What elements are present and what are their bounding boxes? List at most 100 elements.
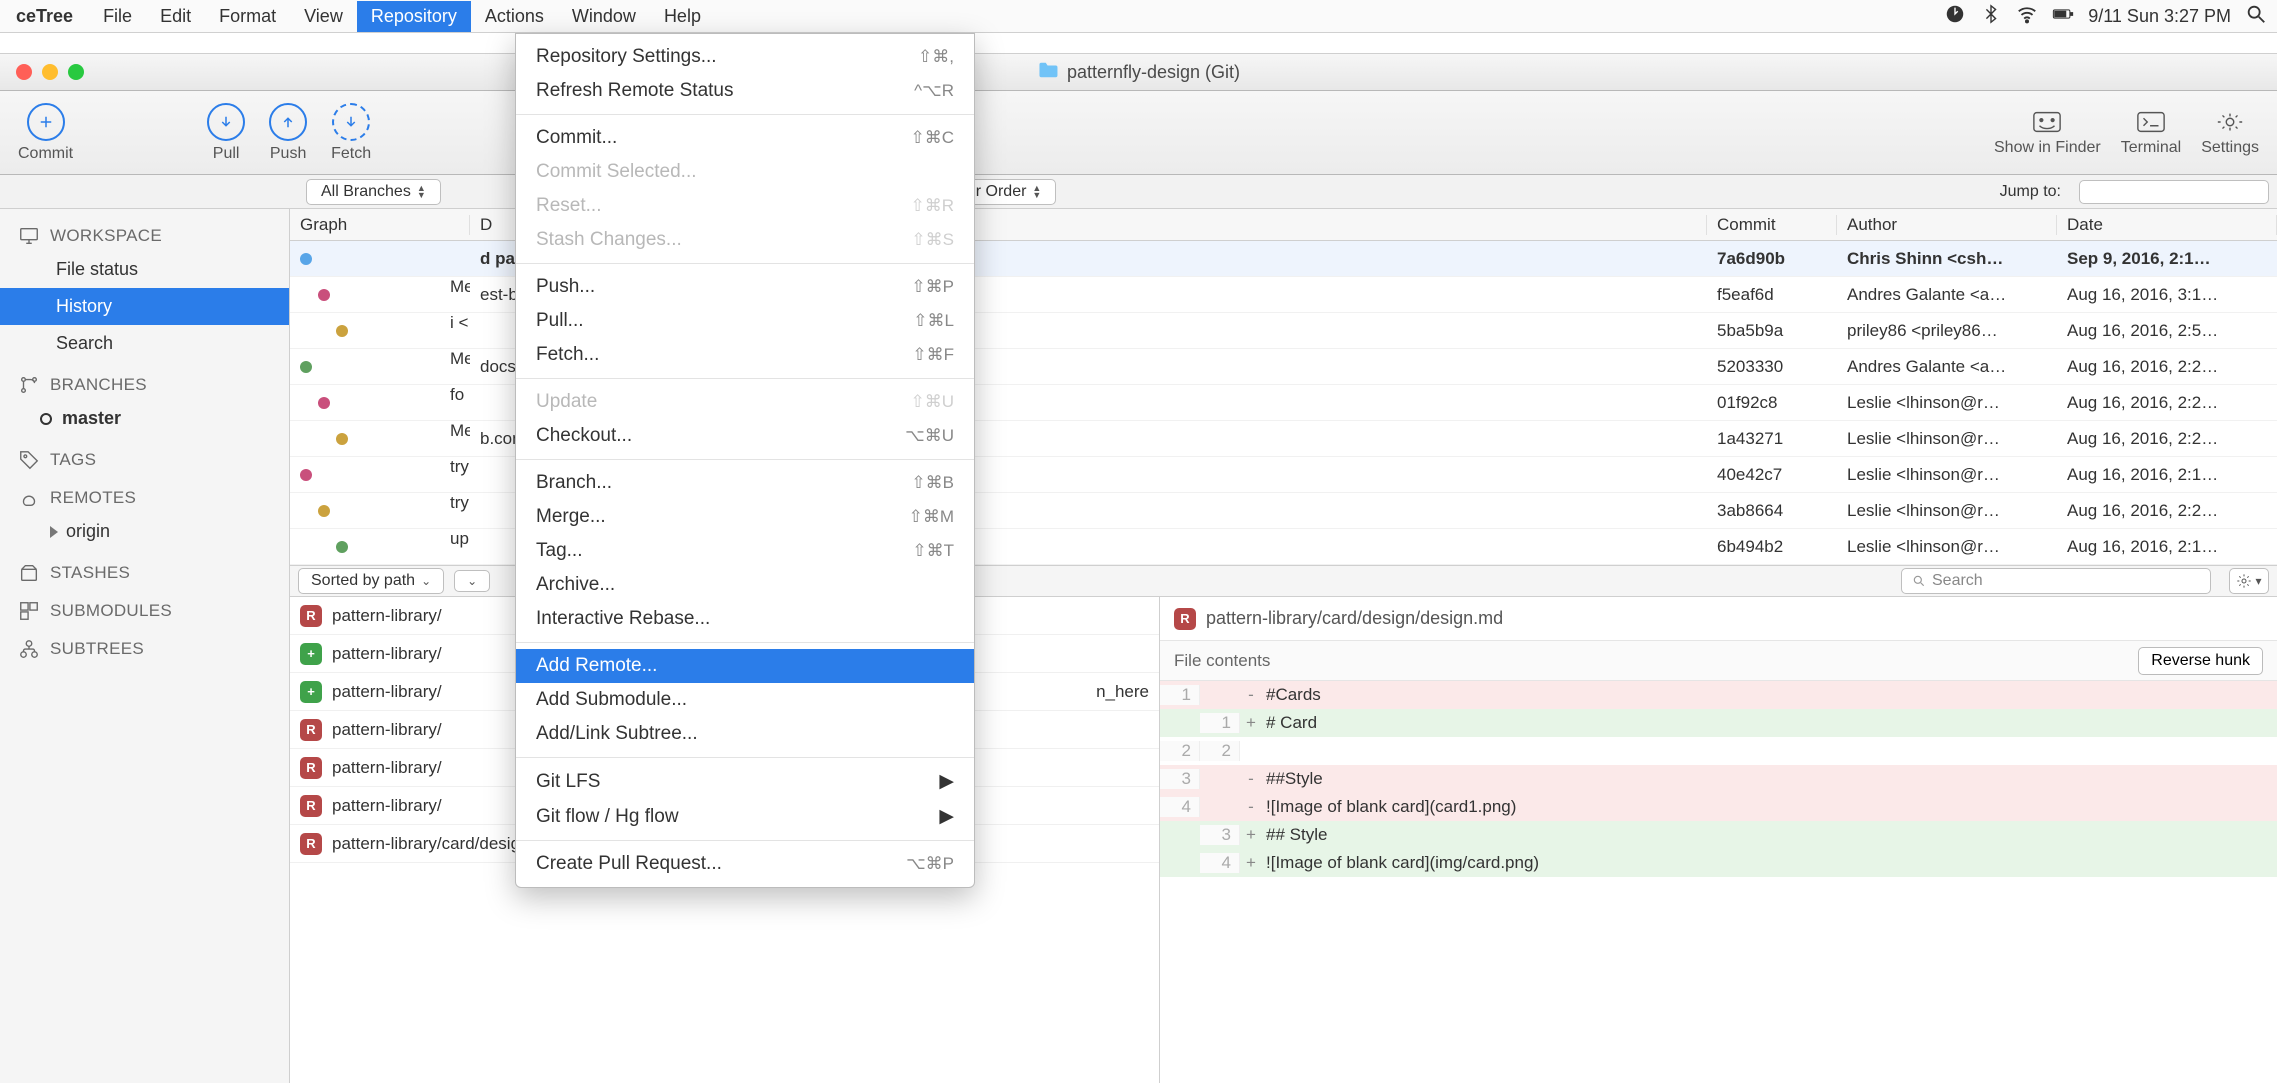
menu-item-branch[interactable]: Branch...⇧⌘B bbox=[516, 466, 974, 500]
menu-item-push[interactable]: Push...⇧⌘P bbox=[516, 270, 974, 304]
section-branches[interactable]: BRANCHES bbox=[0, 362, 289, 400]
diff-panel: R pattern-library/card/design/design.md … bbox=[1160, 597, 2277, 1083]
wifi-icon[interactable] bbox=[2016, 3, 2038, 30]
disclosure-triangle-icon bbox=[50, 526, 58, 538]
branch-filter[interactable]: All Branches ▲▼ bbox=[306, 179, 441, 205]
folder-icon bbox=[1037, 61, 1059, 84]
diff-line[interactable]: 4+![Image of blank card](img/card.png) bbox=[1160, 849, 2277, 877]
menu-item-reset: Reset...⇧⌘R bbox=[516, 189, 974, 223]
file-badge-renamed-icon: R bbox=[300, 795, 322, 817]
file-badge-renamed-icon: R bbox=[300, 719, 322, 741]
menu-repository[interactable]: Repository bbox=[357, 1, 471, 32]
menu-item-refresh-remote-status[interactable]: Refresh Remote Status^⌥R bbox=[516, 74, 974, 108]
menubar-clock[interactable]: 9/11 Sun 3:27 PM bbox=[2088, 6, 2231, 27]
section-subtrees[interactable]: SUBTREES bbox=[0, 626, 289, 664]
menu-item-stash-changes: Stash Changes...⇧⌘S bbox=[516, 223, 974, 257]
menu-item-commit[interactable]: Commit...⇧⌘C bbox=[516, 121, 974, 155]
fetch-tool[interactable]: Fetch bbox=[331, 103, 371, 163]
sort-by-path[interactable]: Sorted by path ⌄ bbox=[298, 568, 444, 594]
settings-tool[interactable]: Settings bbox=[2201, 109, 2259, 157]
search-icon bbox=[1912, 574, 1926, 588]
menu-help[interactable]: Help bbox=[650, 1, 715, 32]
commit-tool[interactable]: Commit bbox=[18, 103, 73, 163]
minimize-button[interactable] bbox=[42, 64, 58, 80]
menu-item-pull[interactable]: Pull...⇧⌘L bbox=[516, 304, 974, 338]
fetch-label: Fetch bbox=[331, 145, 371, 163]
menu-item-add-remote[interactable]: Add Remote... bbox=[516, 649, 974, 683]
section-stashes[interactable]: STASHES bbox=[0, 550, 289, 588]
bluetooth-icon[interactable] bbox=[1980, 3, 2002, 30]
col-date[interactable]: Date bbox=[2057, 215, 2277, 235]
file-filter-2[interactable]: ⌄ bbox=[454, 570, 490, 592]
sidebar-item-history[interactable]: History bbox=[0, 288, 289, 325]
app-name: ceTree bbox=[0, 6, 89, 27]
menu-edit[interactable]: Edit bbox=[146, 1, 205, 32]
menu-file[interactable]: File bbox=[89, 1, 146, 32]
push-tool[interactable]: Push bbox=[269, 103, 307, 163]
col-author[interactable]: Author bbox=[1837, 215, 2057, 235]
menu-item-repository-settings[interactable]: Repository Settings...⇧⌘, bbox=[516, 40, 974, 74]
spotlight-icon[interactable] bbox=[2245, 3, 2267, 30]
terminal-tool[interactable]: Terminal bbox=[2121, 109, 2181, 157]
reverse-hunk-button[interactable]: Reverse hunk bbox=[2138, 647, 2263, 675]
menu-item-merge[interactable]: Merge...⇧⌘M bbox=[516, 500, 974, 534]
file-search[interactable]: Search bbox=[1901, 568, 2211, 594]
menu-item-add-submodule[interactable]: Add Submodule... bbox=[516, 683, 974, 717]
file-badge-added-icon: + bbox=[300, 643, 322, 665]
jump-to-select[interactable] bbox=[2079, 180, 2269, 204]
menu-item-fetch[interactable]: Fetch...⇧⌘F bbox=[516, 338, 974, 372]
battery-icon[interactable] bbox=[2052, 3, 2074, 30]
app-window: patternfly-design (Git) Commit Pull Push… bbox=[0, 53, 2277, 1083]
window-title: patternfly-design (Git) bbox=[1067, 62, 1240, 83]
diff-line[interactable]: 4-![Image of blank card](card1.png) bbox=[1160, 793, 2277, 821]
status-icon[interactable] bbox=[1944, 3, 1966, 30]
section-remotes[interactable]: REMOTES bbox=[0, 475, 289, 513]
sidebar: WORKSPACE File status History Search BRA… bbox=[0, 209, 290, 1083]
menu-item-create-pull-request[interactable]: Create Pull Request...⌥⌘P bbox=[516, 847, 974, 881]
menu-item-interactive-rebase[interactable]: Interactive Rebase... bbox=[516, 602, 974, 636]
close-button[interactable] bbox=[16, 64, 32, 80]
diff-line[interactable]: 22 bbox=[1160, 737, 2277, 765]
diff-line[interactable]: 1+# Card bbox=[1160, 709, 2277, 737]
diff-line[interactable]: 3+## Style bbox=[1160, 821, 2277, 849]
sidebar-item-search[interactable]: Search bbox=[0, 325, 289, 362]
zoom-button[interactable] bbox=[68, 64, 84, 80]
menu-item-add-link-subtree[interactable]: Add/Link Subtree... bbox=[516, 717, 974, 751]
window-titlebar: patternfly-design (Git) bbox=[0, 53, 2277, 91]
file-badge-added-icon: + bbox=[300, 681, 322, 703]
push-label: Push bbox=[270, 145, 306, 163]
menu-item-tag[interactable]: Tag...⇧⌘T bbox=[516, 534, 974, 568]
commit-label: Commit bbox=[18, 145, 73, 163]
menu-item-git-lfs[interactable]: Git LFS▶ bbox=[516, 764, 974, 799]
col-graph[interactable]: Graph bbox=[290, 215, 470, 235]
diff-path-bar: R pattern-library/card/design/design.md bbox=[1160, 597, 2277, 641]
section-workspace[interactable]: WORKSPACE bbox=[0, 213, 289, 251]
menu-view[interactable]: View bbox=[290, 1, 357, 32]
file-gear-button[interactable]: ▾ bbox=[2229, 568, 2269, 594]
file-badge-renamed-icon: R bbox=[300, 833, 322, 855]
remote-origin[interactable]: origin bbox=[0, 513, 289, 550]
window-traffic-lights bbox=[16, 64, 84, 80]
menu-item-git-flow-hg-flow[interactable]: Git flow / Hg flow▶ bbox=[516, 799, 974, 834]
menu-format[interactable]: Format bbox=[205, 1, 290, 32]
col-commit[interactable]: Commit bbox=[1707, 215, 1837, 235]
order-filter[interactable]: r Order ▲▼ bbox=[961, 179, 1057, 205]
branch-master[interactable]: master bbox=[0, 400, 289, 437]
diff-line[interactable]: 3-##Style bbox=[1160, 765, 2277, 793]
section-submodules[interactable]: SUBMODULES bbox=[0, 588, 289, 626]
diff-body: 1-#Cards1+# Card223-##Style4-![Image of … bbox=[1160, 681, 2277, 877]
menu-actions[interactable]: Actions bbox=[471, 1, 558, 32]
menu-item-checkout[interactable]: Checkout...⌥⌘U bbox=[516, 419, 974, 453]
diff-line[interactable]: 1-#Cards bbox=[1160, 681, 2277, 709]
branch-bullet-icon bbox=[40, 413, 52, 425]
section-tags[interactable]: TAGS bbox=[0, 437, 289, 475]
pull-tool[interactable]: Pull bbox=[207, 103, 245, 163]
gear-icon bbox=[2236, 573, 2252, 589]
show-in-finder-tool[interactable]: Show in Finder bbox=[1994, 109, 2101, 157]
terminal-label: Terminal bbox=[2121, 139, 2181, 157]
filter-bar: All Branches ▲▼ r Order ▲▼ Jump to: bbox=[0, 175, 2277, 209]
sidebar-item-file-status[interactable]: File status bbox=[0, 251, 289, 288]
file-contents-label: File contents bbox=[1174, 651, 1270, 671]
menu-item-archive[interactable]: Archive... bbox=[516, 568, 974, 602]
menu-window[interactable]: Window bbox=[558, 1, 650, 32]
